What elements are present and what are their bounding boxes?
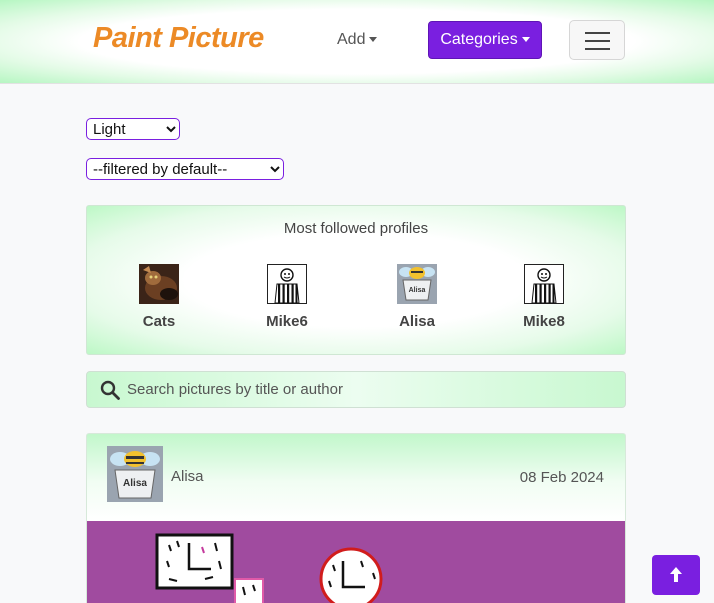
categories-button[interactable]: Categories — [428, 21, 542, 59]
search-icon — [100, 380, 120, 400]
post-card-header: Alisa Alisa 08 Feb 2024 — [86, 433, 626, 521]
add-dropdown[interactable]: Add — [337, 31, 378, 49]
back-to-top-button[interactable] — [652, 555, 700, 595]
most-followed-panel: Most followed profiles Cats Mike6 Alisa … — [86, 205, 626, 355]
categories-button-label: Categories — [440, 31, 518, 48]
search-bar[interactable]: Search pictures by title or author — [86, 371, 626, 408]
brand-logo[interactable]: Paint Picture — [93, 22, 264, 55]
add-dropdown-label: Add — [337, 31, 366, 48]
post-author[interactable]: Alisa — [171, 468, 204, 485]
navbar: Paint Picture Add Categories — [0, 0, 714, 84]
bee-badge-avatar: Alisa — [397, 264, 437, 304]
most-followed-title: Most followed profiles — [283, 220, 429, 237]
painting-image — [155, 533, 383, 603]
profile-card[interactable]: Mike6 — [247, 264, 327, 330]
cat-photo-avatar — [139, 264, 179, 304]
hamburger-icon — [585, 32, 610, 34]
striped-figure-avatar — [524, 264, 564, 304]
profile-card[interactable]: Mike8 — [504, 264, 584, 330]
arrow-up-icon — [670, 567, 682, 582]
theme-select[interactable]: Light — [86, 118, 180, 140]
profile-name: Mike8 — [523, 313, 565, 330]
search-input[interactable]: Search pictures by title or author — [127, 381, 343, 398]
caret-down-icon — [521, 37, 530, 43]
author-avatar[interactable]: Alisa — [107, 446, 163, 502]
profile-name: Alisa — [399, 313, 435, 330]
menu-toggle-button[interactable] — [569, 20, 625, 60]
striped-figure-avatar — [267, 264, 307, 304]
filter-select[interactable]: --filtered by default-- — [86, 158, 284, 180]
caret-down-icon — [369, 37, 378, 43]
post-painting[interactable] — [86, 521, 626, 603]
svg-text:Alisa: Alisa — [409, 287, 426, 294]
avatar-badge-text: Alisa — [123, 478, 147, 489]
profile-card[interactable]: Alisa Alisa — [377, 264, 457, 330]
profile-name: Cats — [142, 313, 176, 330]
profile-card[interactable]: Cats — [119, 264, 199, 330]
post-date: 08 Feb 2024 — [519, 469, 604, 486]
profile-name: Mike6 — [266, 313, 308, 330]
